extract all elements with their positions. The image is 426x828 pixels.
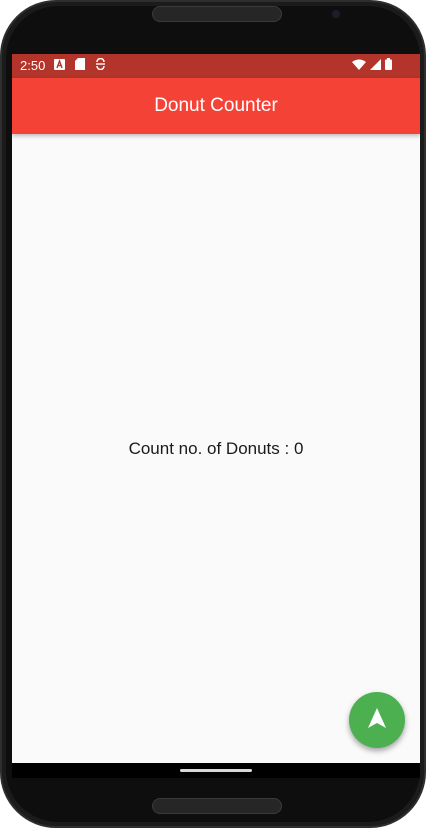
device-frame: 2:50 Donut Counter Count no. of Donuts:… — [0, 0, 426, 828]
battery-icon — [385, 57, 392, 75]
navigation-arrow-icon — [368, 707, 386, 733]
wifi-icon — [352, 57, 366, 75]
status-bar: 2:50 — [12, 54, 420, 78]
top-speaker — [152, 6, 282, 22]
sd-card-icon — [75, 57, 85, 75]
home-gesture-handle[interactable] — [180, 769, 252, 772]
app-bar: Donut Counter — [12, 78, 420, 134]
status-system-icons — [352, 57, 392, 75]
status-notification-icons — [54, 57, 106, 75]
status-time: 2:50 — [20, 58, 46, 73]
bottom-speaker — [152, 798, 282, 814]
increment-fab-button[interactable] — [349, 692, 405, 748]
screen: 2:50 Donut Counter Count no. of Donuts:… — [12, 54, 420, 778]
app-title: Donut Counter — [154, 95, 278, 116]
a-notification-icon — [54, 57, 65, 75]
system-nav-bar — [12, 763, 420, 778]
donut-count-text: Count no. of Donuts : 0 — [128, 439, 304, 458]
sync-icon — [95, 57, 106, 75]
front-camera — [332, 10, 340, 18]
signal-icon — [370, 57, 381, 75]
